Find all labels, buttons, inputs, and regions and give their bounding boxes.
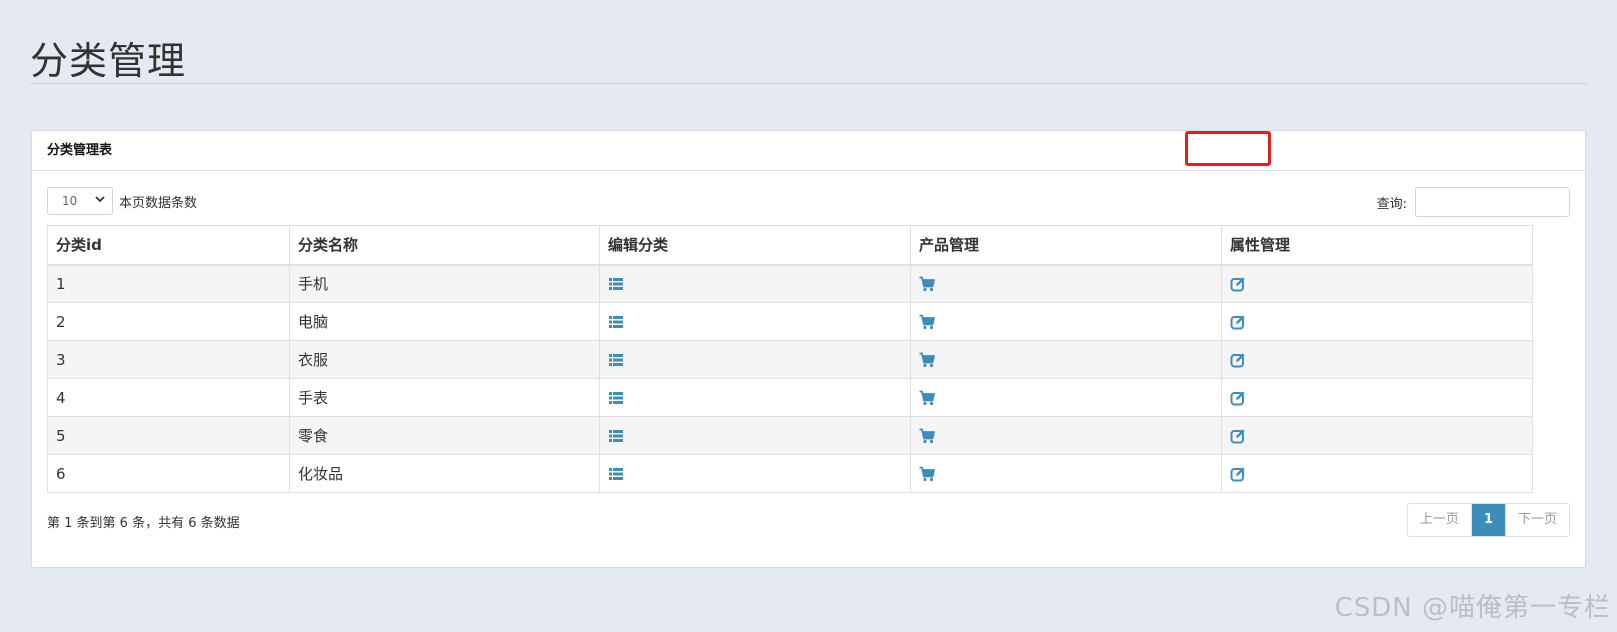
category-table: 分类id 分类名称 编辑分类 产品管理 属性管理 1 手机 2 电脑 3 衣服 4 手表 5 零食… xyxy=(47,225,1533,493)
edit-category-link[interactable] xyxy=(599,340,911,379)
cell-id: 6 xyxy=(47,454,290,493)
page-title: 分类管理 xyxy=(30,39,187,83)
product-manage-link[interactable] xyxy=(910,378,1222,417)
table-header-row: 分类id 分类名称 编辑分类 产品管理 属性管理 xyxy=(47,225,1533,266)
page-size-value: 10 xyxy=(62,194,78,208)
header-edit[interactable]: 编辑分类 xyxy=(599,225,911,266)
property-manage-link[interactable] xyxy=(1221,302,1533,341)
next-page-button[interactable]: 下一页 xyxy=(1506,504,1569,536)
edit-icon[interactable] xyxy=(1230,427,1246,445)
header-properties[interactable]: 属性管理 xyxy=(1221,225,1533,266)
list-icon[interactable] xyxy=(608,313,624,331)
property-manage-link[interactable] xyxy=(1221,416,1533,455)
edit-category-link[interactable] xyxy=(599,416,911,455)
property-manage-link[interactable] xyxy=(1221,454,1533,493)
cart-icon[interactable] xyxy=(919,351,935,369)
table-info: 第 1 条到第 6 条，共有 6 条数据 xyxy=(47,516,240,531)
list-icon[interactable] xyxy=(608,389,624,407)
table-row: 2 电脑 xyxy=(47,302,1533,341)
search-input[interactable] xyxy=(1415,187,1570,217)
edit-icon[interactable] xyxy=(1230,389,1246,407)
edit-category-link[interactable] xyxy=(599,454,911,493)
cell-id: 3 xyxy=(47,340,290,379)
category-panel: 分类管理表 10 本页数据条数 查询: 分类id 分类名称 编辑分类 产品管理 … xyxy=(31,130,1586,568)
table-row: 6 化妆品 xyxy=(47,454,1533,493)
cart-icon[interactable] xyxy=(919,465,935,483)
table-row: 3 衣服 xyxy=(47,340,1533,379)
page-size-select[interactable]: 10 xyxy=(47,187,113,215)
cell-id: 5 xyxy=(47,416,290,455)
cell-name: 零食 xyxy=(289,416,600,455)
page-1-button[interactable]: 1 xyxy=(1471,504,1506,536)
property-manage-link[interactable] xyxy=(1221,340,1533,379)
chevron-down-icon xyxy=(95,196,105,203)
edit-icon[interactable] xyxy=(1230,275,1246,293)
table-row: 1 手机 xyxy=(47,264,1533,303)
watermark: CSDN @喵俺第一专栏 xyxy=(1334,593,1611,623)
edit-category-link[interactable] xyxy=(599,302,911,341)
header-products[interactable]: 产品管理 xyxy=(910,225,1222,266)
product-manage-link[interactable] xyxy=(910,454,1222,493)
cell-id: 2 xyxy=(47,302,290,341)
edit-icon[interactable] xyxy=(1230,465,1246,483)
header-name[interactable]: 分类名称 xyxy=(289,225,600,266)
panel-title: 分类管理表 xyxy=(32,131,1585,171)
edit-category-link[interactable] xyxy=(599,378,911,417)
table-controls: 10 本页数据条数 查询: xyxy=(47,187,1570,219)
cart-icon[interactable] xyxy=(919,313,935,331)
product-manage-link[interactable] xyxy=(910,340,1222,379)
cell-id: 1 xyxy=(47,264,290,303)
cell-name: 电脑 xyxy=(289,302,600,341)
property-manage-link[interactable] xyxy=(1221,378,1533,417)
cart-icon[interactable] xyxy=(919,389,935,407)
list-icon[interactable] xyxy=(608,427,624,445)
product-manage-link[interactable] xyxy=(910,302,1222,341)
list-icon[interactable] xyxy=(608,351,624,369)
product-manage-link[interactable] xyxy=(910,264,1222,303)
list-icon[interactable] xyxy=(608,275,624,293)
cell-name: 化妆品 xyxy=(289,454,600,493)
list-icon[interactable] xyxy=(608,465,624,483)
edit-icon[interactable] xyxy=(1230,351,1246,369)
edit-category-link[interactable] xyxy=(599,264,911,303)
cart-icon[interactable] xyxy=(919,275,935,293)
property-manage-link[interactable] xyxy=(1221,264,1533,303)
prev-page-button[interactable]: 上一页 xyxy=(1408,504,1472,536)
table-row: 4 手表 xyxy=(47,378,1533,417)
table-row: 5 零食 xyxy=(47,416,1533,455)
cell-name: 衣服 xyxy=(289,340,600,379)
edit-icon[interactable] xyxy=(1230,313,1246,331)
page-size-label: 本页数据条数 xyxy=(119,196,198,211)
cell-id: 4 xyxy=(47,378,290,417)
cell-name: 手机 xyxy=(289,264,600,303)
cart-icon[interactable] xyxy=(919,427,935,445)
header-id[interactable]: 分类id xyxy=(47,225,290,266)
product-manage-link[interactable] xyxy=(910,416,1222,455)
pagination: 上一页 1 下一页 xyxy=(1406,503,1570,537)
cell-name: 手表 xyxy=(289,378,600,417)
title-divider xyxy=(30,83,1587,84)
search-label: 查询: xyxy=(1376,197,1407,212)
